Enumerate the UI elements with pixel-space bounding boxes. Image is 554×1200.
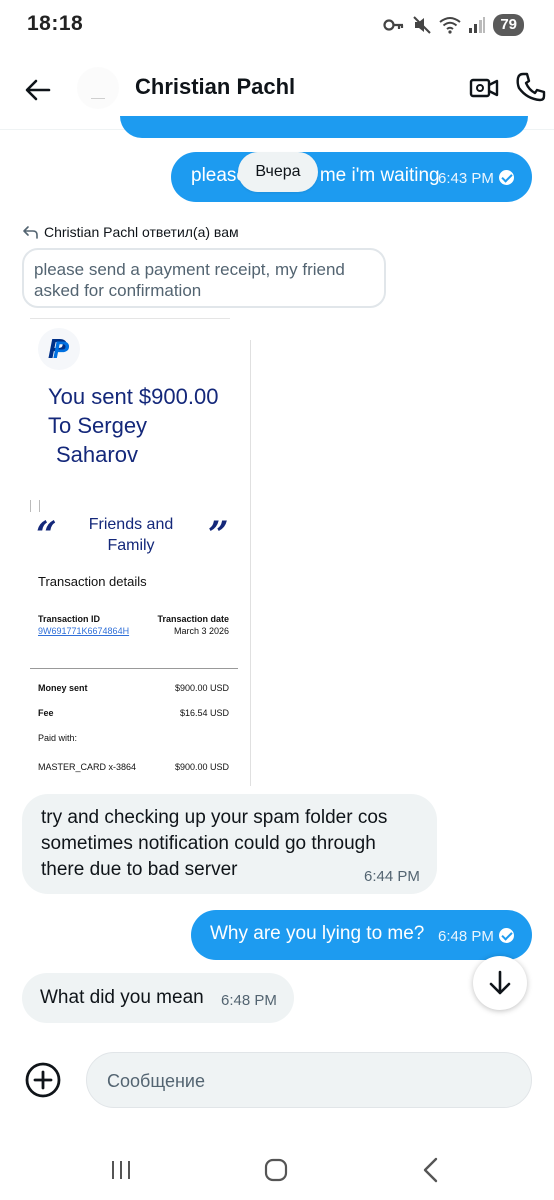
- status-time: 18:18: [27, 12, 84, 35]
- receipt-side-divider: [250, 340, 251, 786]
- paypal-logo-icon: PP: [38, 328, 80, 370]
- receipt-divider: [30, 668, 238, 669]
- status-icons: 79: [383, 14, 524, 36]
- system-navigation-bar: [0, 1140, 554, 1200]
- transaction-id-value: 9W691771K6674864H: [38, 626, 130, 636]
- read-check-icon: [498, 928, 514, 943]
- plus-circle-icon: [25, 1062, 61, 1098]
- battery-icon: 79: [493, 14, 524, 36]
- open-quote-icon: “: [36, 514, 57, 556]
- friends-family-label: Friends and Family: [76, 514, 186, 556]
- close-quote-icon: ”: [208, 514, 229, 556]
- phone-icon: [516, 72, 546, 102]
- outgoing-message[interactable]: please confirm me i'm waiting 6:43 PM: [171, 152, 532, 202]
- receipt-title-line: Saharov: [56, 442, 138, 467]
- message-time: 6:43 PM: [438, 170, 514, 187]
- recent-apps-icon[interactable]: [110, 1160, 132, 1180]
- receipt-title-line: To Sergey: [48, 413, 148, 438]
- contact-name[interactable]: Christian Pachl: [135, 74, 295, 100]
- message-text: What did you mean: [40, 987, 204, 1008]
- transaction-id-label: Transaction ID: [38, 614, 101, 624]
- receipt-row-value: $16.54 USD: [179, 708, 229, 718]
- arrow-down-icon: [489, 970, 511, 995]
- previous-message-bubble[interactable]: [120, 116, 528, 138]
- reply-label-text: Christian Pachl ответил(а) вам: [44, 224, 239, 240]
- friends-family-line: Family: [107, 537, 155, 554]
- transaction-date-value: March 3 2026: [173, 626, 229, 636]
- video-call-icon: [469, 78, 499, 98]
- incoming-message[interactable]: try and checking up your spam folder cos…: [22, 794, 437, 894]
- read-check-icon: [498, 170, 514, 185]
- receipt-title-line: You sent $900.00: [48, 384, 219, 409]
- outgoing-message[interactable]: Why are you lying to me? 6:48 PM: [191, 910, 532, 960]
- transaction-date-label: Transaction date: [157, 614, 229, 624]
- message-composer[interactable]: [86, 1052, 532, 1108]
- back-button[interactable]: [22, 74, 54, 106]
- message-time: 6:44 PM: [364, 868, 420, 885]
- avatar[interactable]: [77, 67, 119, 109]
- back-nav-icon[interactable]: [421, 1157, 439, 1183]
- status-bar: 18:18 79: [0, 0, 554, 52]
- reply-arrow-icon: [23, 226, 38, 239]
- receipt-title: You sent $900.00 To Sergey Saharov: [48, 382, 218, 469]
- receipt-row-label: Fee: [38, 708, 54, 718]
- receipt-top-divider: [30, 318, 230, 319]
- incoming-message[interactable]: What did you mean 6:48 PM: [22, 973, 294, 1023]
- transaction-details-title: Transaction details: [38, 574, 147, 589]
- receipt-row-label: MASTER_CARD x-3864: [38, 762, 137, 772]
- video-call-button[interactable]: [468, 72, 500, 104]
- receipt-marks: [30, 500, 40, 512]
- scroll-to-bottom-button[interactable]: [473, 956, 527, 1010]
- back-arrow-icon: [25, 79, 51, 101]
- phone-call-button[interactable]: [514, 70, 548, 104]
- receipt-row-value: $900.00 USD: [174, 762, 229, 772]
- signal-icon: [469, 17, 486, 33]
- receipt-row-label: Paid with:: [38, 733, 78, 743]
- receipt-row-label: Money sent: [38, 683, 88, 693]
- message-time: 6:48 PM: [438, 928, 514, 945]
- receipt-image[interactable]: PP You sent $900.00 To Sergey Saharov “ …: [22, 318, 254, 786]
- friends-family-line: Friends and: [88, 516, 174, 533]
- wifi-icon: [439, 17, 461, 34]
- mute-icon: [413, 16, 432, 34]
- date-separator: Вчера: [238, 152, 318, 192]
- reply-label: Christian Pachl ответил(а) вам: [22, 224, 239, 240]
- message-input[interactable]: [107, 1067, 507, 1095]
- message-text: Why are you lying to me?: [210, 923, 425, 944]
- quoted-message[interactable]: please send a payment receipt, my friend…: [22, 248, 386, 308]
- home-icon[interactable]: [264, 1158, 288, 1182]
- receipt-row-value: $900.00 USD: [174, 683, 229, 693]
- message-time: 6:48 PM: [221, 992, 277, 1009]
- add-attachment-button[interactable]: [24, 1061, 62, 1099]
- key-icon: [383, 19, 404, 31]
